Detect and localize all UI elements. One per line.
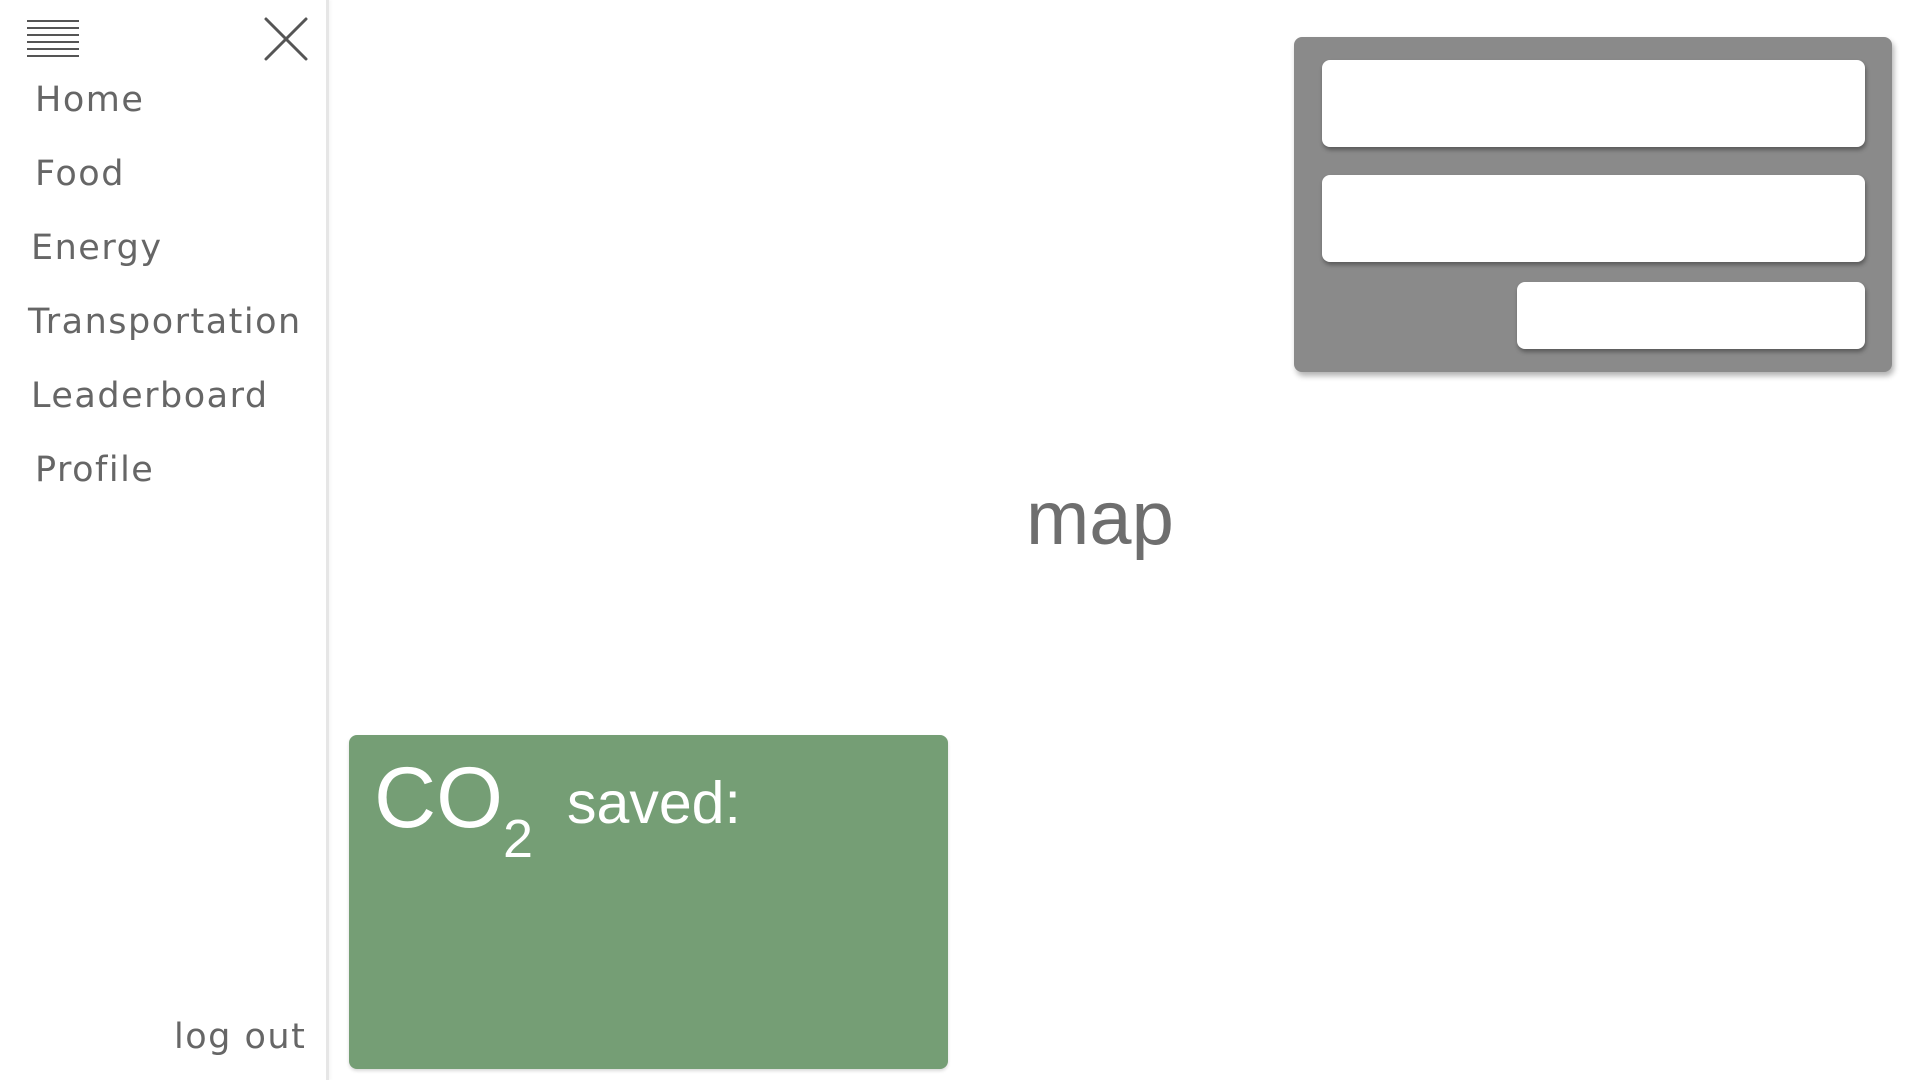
co2-title-subscript: 2 — [503, 809, 534, 869]
sidebar-item-profile[interactable]: Profile — [35, 450, 154, 490]
logout-button[interactable]: log out — [174, 1017, 306, 1057]
panel-input-2[interactable] — [1322, 175, 1865, 262]
panel-input-1[interactable] — [1322, 60, 1865, 147]
co2-saved-label: saved: — [567, 770, 741, 836]
panel-submit-button[interactable] — [1517, 282, 1865, 349]
sidebar-item-home[interactable]: Home — [35, 80, 144, 120]
close-icon[interactable] — [262, 15, 310, 63]
sidebar-item-food[interactable]: Food — [35, 154, 125, 194]
sidebar-item-transportation[interactable]: Transportation — [28, 302, 302, 342]
co2-saved-card: CO2 saved: — [349, 735, 948, 1069]
search-panel — [1294, 37, 1892, 372]
co2-title-main: CO — [374, 750, 503, 846]
sidebar-item-energy[interactable]: Energy — [31, 228, 163, 268]
map-placeholder[interactable]: map — [1026, 475, 1174, 562]
hamburger-menu-icon[interactable] — [27, 19, 79, 59]
sidebar: Home Food Energy Transportation Leaderbo… — [0, 0, 329, 1080]
co2-title: CO2 — [374, 755, 533, 866]
sidebar-item-leaderboard[interactable]: Leaderboard — [31, 376, 269, 416]
